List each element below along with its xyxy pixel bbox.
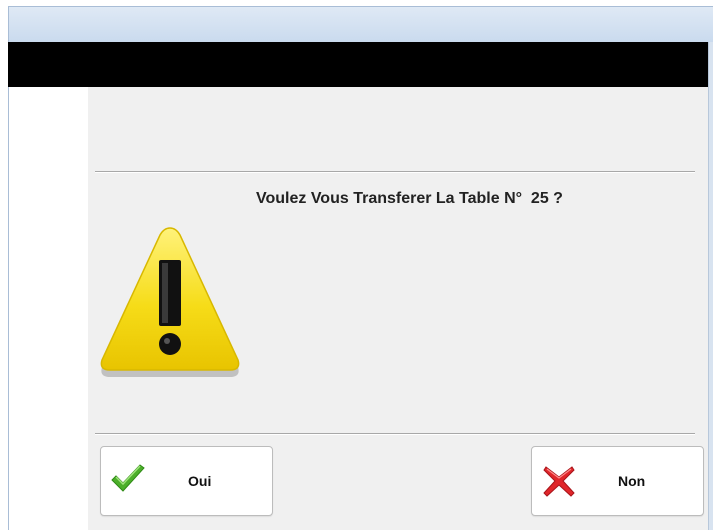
no-button-label: Non xyxy=(618,473,646,489)
yes-button-label: Oui xyxy=(188,473,212,489)
bottom-divider xyxy=(95,433,695,435)
warning-icon xyxy=(100,227,240,377)
no-button[interactable]: Non xyxy=(531,446,704,516)
top-divider xyxy=(95,171,695,173)
app-window: Voulez Vous Transferer La Table N° 25 ? … xyxy=(0,0,713,530)
title-bar xyxy=(8,6,713,43)
yes-button[interactable]: Oui xyxy=(100,446,273,516)
check-icon xyxy=(111,464,145,492)
header-bar xyxy=(8,42,713,87)
dialog-message: Voulez Vous Transferer La Table N° 25 ? xyxy=(256,190,563,207)
left-margin xyxy=(8,87,89,530)
cross-icon xyxy=(543,466,575,497)
window-right-edge xyxy=(708,42,713,530)
